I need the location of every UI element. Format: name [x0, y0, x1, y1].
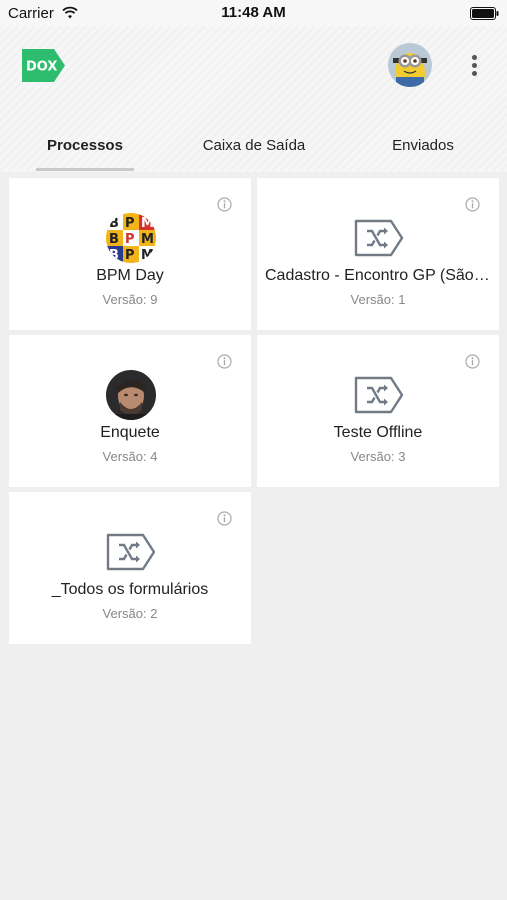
card-version: Versão: 4 [102, 449, 158, 464]
info-icon[interactable] [217, 354, 232, 369]
svg-text:B: B [109, 248, 119, 263]
bpm-logo-icon: B P M B P M B P M [106, 213, 156, 263]
svg-text:B: B [109, 232, 119, 247]
card-title: Cadastro - Encontro GP (São Paulo) [265, 267, 491, 284]
info-icon[interactable] [465, 354, 480, 369]
process-card[interactable]: B P M B P M B P M BPM Day Versão: 9 [9, 178, 251, 330]
info-icon[interactable] [465, 197, 480, 212]
tab-bar: Processos Caixa de Saída Enviados [0, 126, 507, 172]
shuffle-tag-icon [106, 533, 156, 571]
active-tab-indicator [36, 168, 134, 171]
tab-processos[interactable]: Processos [22, 126, 148, 172]
svg-text:B: B [109, 216, 119, 231]
svg-text:M: M [141, 248, 154, 263]
process-card[interactable]: _Todos os formulários Versão: 2 [9, 492, 251, 644]
card-title: Enquete [100, 424, 160, 441]
status-time: 11:48 AM [221, 4, 286, 21]
process-card[interactable]: Cadastro - Encontro GP (São Paulo) Versã… [257, 178, 499, 330]
card-title: BPM Day [96, 267, 164, 284]
svg-text:M: M [141, 216, 154, 231]
card-version: Versão: 9 [102, 292, 158, 307]
card-version: Versão: 2 [102, 606, 158, 621]
logo-text: DOX [26, 60, 57, 75]
svg-text:P: P [125, 248, 135, 263]
dox-logo: DOX [22, 49, 65, 82]
minion-avatar-icon [388, 43, 432, 87]
svg-text:P: P [125, 232, 135, 247]
shuffle-tag-icon [354, 219, 404, 257]
user-photo-icon [106, 370, 156, 420]
more-options-icon[interactable] [463, 52, 487, 80]
status-bar: Carrier 11:48 AM [0, 0, 507, 26]
card-title: _Todos os formulários [51, 581, 209, 598]
svg-text:M: M [141, 232, 154, 247]
svg-text:P: P [125, 216, 135, 231]
battery-icon [470, 7, 499, 20]
app-header: DOX Processos Caixa de Saída Enviados [0, 26, 507, 172]
info-icon[interactable] [217, 511, 232, 526]
info-icon[interactable] [217, 197, 232, 212]
tab-enviados[interactable]: Enviados [360, 126, 486, 172]
process-card[interactable]: Enquete Versão: 4 [9, 335, 251, 487]
tab-caixa-de-saida[interactable]: Caixa de Saída [176, 126, 332, 172]
user-avatar[interactable] [388, 43, 432, 87]
process-card[interactable]: Teste Offline Versão: 3 [257, 335, 499, 487]
card-title: Teste Offline [333, 424, 423, 441]
shuffle-tag-icon [354, 376, 404, 414]
card-version: Versão: 1 [350, 292, 406, 307]
card-version: Versão: 3 [350, 449, 406, 464]
